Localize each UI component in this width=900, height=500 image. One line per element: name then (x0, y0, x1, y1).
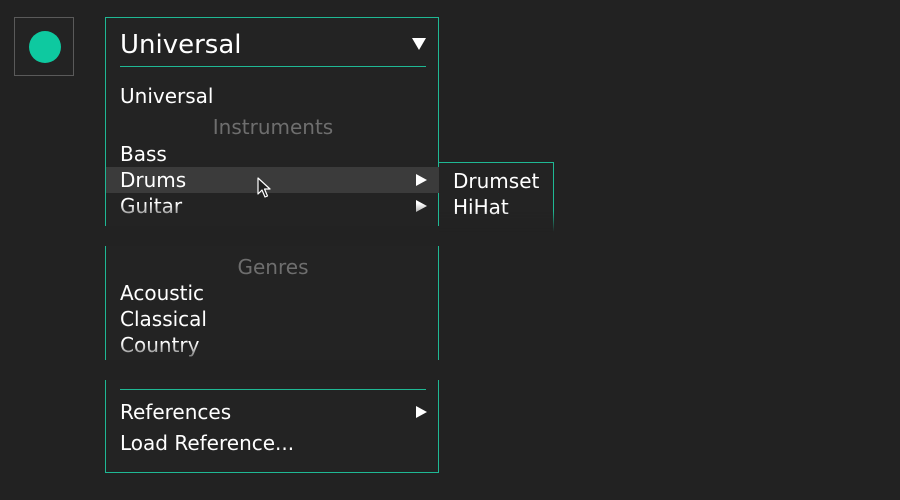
menu-item-drums[interactable]: Drums (106, 167, 440, 193)
menu-item-acoustic[interactable]: Acoustic (106, 280, 440, 306)
submenu-item-hihat[interactable]: HiHat (439, 194, 553, 220)
menu-item-label: Bass (120, 142, 167, 166)
triangle-right-icon (416, 174, 427, 186)
menu-item-label: Acoustic (120, 281, 205, 305)
menu-item-references[interactable]: References (106, 399, 440, 425)
drums-submenu: Drumset HiHat (439, 162, 554, 232)
section-label-instruments: Instruments (212, 115, 334, 139)
menu-item-label: References (120, 400, 232, 424)
menu-item-classical[interactable]: Classical (106, 306, 440, 332)
menu-item-country[interactable]: Country (106, 332, 440, 358)
menu-item-load-reference[interactable]: Load Reference... (106, 430, 440, 456)
category-dropdown-menu: Universal Universal Instruments Bass Dru… (104, 17, 442, 473)
menu-item-label: Country (120, 333, 200, 357)
submenu-item-drumset[interactable]: Drumset (439, 168, 553, 194)
triangle-right-icon (416, 200, 427, 212)
menu-item-label: Drums (120, 168, 187, 192)
menu-item-guitar[interactable]: Guitar (106, 193, 440, 219)
status-indicator-box[interactable] (14, 17, 74, 76)
mouse-pointer-icon (257, 177, 271, 198)
dropdown-header[interactable]: Universal (120, 26, 426, 67)
menu-divider (120, 389, 426, 390)
triangle-down-icon[interactable] (412, 38, 426, 50)
menu-item-label: Classical (120, 307, 207, 331)
menu-item-label: Load Reference... (120, 431, 295, 455)
menu-item-universal[interactable]: Universal (106, 83, 440, 109)
submenu-item-label: Drumset (453, 169, 540, 193)
dropdown-selected-value: Universal (120, 30, 242, 60)
scroll-gap (104, 360, 442, 380)
app-window: Universal Universal Instruments Bass Dru… (0, 0, 900, 500)
record-dot-icon (29, 31, 61, 63)
section-label-genres: Genres (237, 255, 309, 279)
triangle-right-icon (416, 406, 427, 418)
submenu-item-label: HiHat (453, 195, 509, 219)
menu-item-label: Universal (120, 84, 214, 108)
menu-item-bass[interactable]: Bass (106, 141, 440, 167)
menu-item-label: Guitar (120, 194, 183, 218)
scroll-gap (104, 226, 442, 246)
